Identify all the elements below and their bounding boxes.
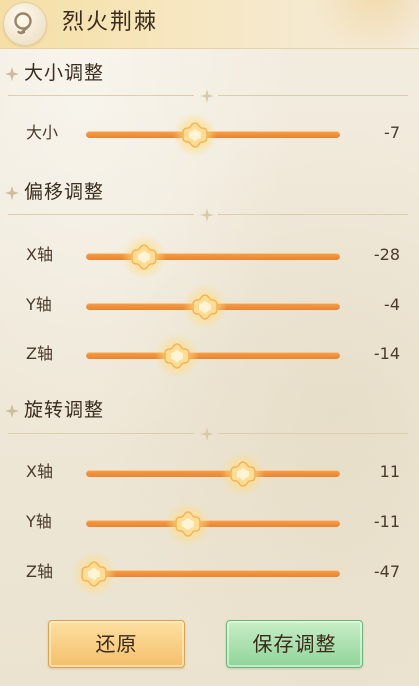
rotate-x-slider-knob[interactable] [221, 452, 266, 496]
divider-ornament-icon [200, 427, 214, 441]
rotate-y-slider-knob[interactable] [165, 502, 210, 546]
rotate-x-slider-row: X轴 11 [0, 452, 419, 496]
slider-value: -4 [384, 295, 400, 314]
divider-ornament-icon [200, 89, 214, 103]
section-title: 偏移调整 [24, 181, 105, 203]
divider-ornament-icon [200, 208, 214, 222]
slider-value: 11 [379, 462, 400, 481]
header-bar: 烈火荆棘 [0, 0, 419, 49]
size-slider-row: 大小 -7 [0, 113, 419, 157]
sparkle-icon [5, 67, 19, 81]
section-divider [8, 208, 408, 222]
slider-label: X轴 [26, 462, 53, 481]
size-slider-knob[interactable] [173, 113, 218, 157]
section-title: 旋转调整 [24, 399, 105, 421]
page-title: 烈火荆棘 [62, 10, 159, 35]
adjust-panel: 烈火荆棘 大小调整 大小 -7 偏移调整 X轴 -28 Y轴 -4 Z轴 -14… [0, 0, 419, 686]
section-title: 大小调整 [24, 62, 105, 84]
offset-x-slider-knob[interactable] [122, 235, 167, 279]
slider-label: Y轴 [26, 512, 52, 531]
section-header-rotation: 旋转调整 [0, 393, 419, 429]
slider-value: -47 [373, 562, 400, 581]
rotate-z-slider-row: Z轴 -47 [0, 552, 419, 596]
sparkle-icon [5, 186, 19, 200]
section-divider [8, 427, 408, 441]
reset-button[interactable]: 还原 [48, 620, 185, 668]
offset-z-slider-track[interactable] [86, 352, 340, 359]
rotate-y-slider-row: Y轴 -11 [0, 502, 419, 546]
slider-value: -28 [373, 245, 400, 264]
save-adjustment-button[interactable]: 保存调整 [226, 620, 363, 668]
rotate-y-slider-track[interactable] [86, 520, 340, 527]
rotate-x-slider-track[interactable] [86, 470, 340, 477]
section-header-offset: 偏移调整 [0, 175, 419, 211]
offset-y-slider-knob[interactable] [183, 285, 228, 329]
header-decoration [279, 0, 419, 48]
section-divider [8, 89, 408, 103]
rotate-z-slider-knob[interactable] [71, 552, 116, 596]
rotate-z-slider-track[interactable] [86, 570, 340, 577]
slider-value: -14 [373, 344, 400, 363]
search-icon[interactable] [3, 2, 47, 46]
offset-z-slider-knob[interactable] [155, 334, 200, 378]
slider-label: 大小 [26, 123, 59, 142]
sparkle-icon [5, 404, 19, 418]
slider-value: -11 [373, 512, 400, 531]
slider-value: -7 [384, 123, 400, 142]
slider-label: Y轴 [26, 295, 52, 314]
slider-label: Z轴 [26, 562, 53, 581]
slider-label: Z轴 [26, 344, 53, 363]
slider-label: X轴 [26, 245, 53, 264]
offset-z-slider-row: Z轴 -14 [0, 334, 419, 378]
offset-y-slider-row: Y轴 -4 [0, 285, 419, 329]
section-header-size: 大小调整 [0, 56, 419, 92]
offset-x-slider-row: X轴 -28 [0, 235, 419, 279]
